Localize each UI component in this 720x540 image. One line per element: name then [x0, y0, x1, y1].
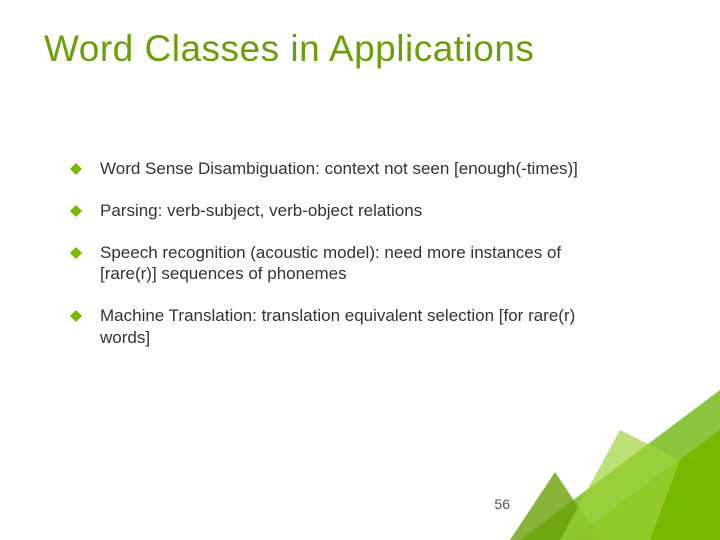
list-item: Parsing: verb-subject, verb-object relat…	[70, 200, 590, 222]
corner-decoration	[510, 390, 720, 540]
slide: Word Classes in Applications Word Sense …	[0, 0, 720, 540]
bullet-icon	[70, 310, 82, 322]
bullet-list: Word Sense Disambiguation: context not s…	[70, 158, 590, 369]
list-item-text: Speech recognition (acoustic model): nee…	[100, 242, 590, 286]
slide-number: 56	[494, 496, 510, 512]
list-item-text: Word Sense Disambiguation: context not s…	[100, 158, 590, 180]
slide-title: Word Classes in Applications	[44, 28, 534, 70]
bullet-icon	[70, 247, 82, 259]
list-item: Word Sense Disambiguation: context not s…	[70, 158, 590, 180]
list-item-text: Parsing: verb-subject, verb-object relat…	[100, 200, 590, 222]
bullet-icon	[70, 205, 82, 217]
list-item: Machine Translation: translation equival…	[70, 305, 590, 349]
list-item: Speech recognition (acoustic model): nee…	[70, 242, 590, 286]
list-item-text: Machine Translation: translation equival…	[100, 305, 590, 349]
bullet-icon	[70, 163, 82, 175]
